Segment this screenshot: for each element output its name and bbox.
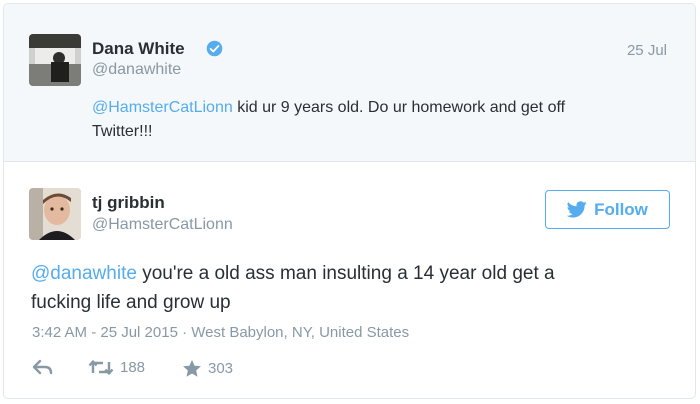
parent-text-line2: Twitter!!! (92, 123, 153, 140)
parent-mention-link[interactable]: @HamsterCatLionn (92, 99, 233, 116)
main-text-line1: you're a old ass man insulting a 14 year… (136, 263, 555, 284)
reply-button[interactable] (32, 359, 54, 375)
avatar-dana-white[interactable] (29, 34, 81, 86)
retweet-button[interactable]: 188 (88, 359, 145, 376)
main-author-name[interactable]: tj gribbin (92, 193, 165, 213)
follow-button[interactable]: Follow (545, 190, 670, 229)
parent-tweet-text: @HamsterCatLionn kid ur 9 years old. Do … (92, 96, 677, 144)
retweet-icon (88, 360, 114, 375)
follow-label: Follow (594, 199, 648, 219)
main-tweet-text: @danawhite you're a old ass man insultin… (31, 259, 671, 317)
twitter-bird-icon (567, 201, 587, 218)
main-text-line2: fucking life and grow up (31, 292, 231, 313)
retweet-count: 188 (120, 359, 146, 376)
favorite-count: 303 (208, 360, 234, 377)
parent-author-name[interactable]: Dana White (92, 39, 185, 59)
parent-text-line1: kid ur 9 years old. Do ur homework and g… (232, 99, 566, 116)
tweet-timestamp-location[interactable]: 3:42 AM - 25 Jul 2015 · West Babylon, NY… (32, 324, 409, 341)
main-mention-link[interactable]: @danawhite (31, 263, 137, 284)
avatar-tj-gribbin[interactable] (29, 188, 81, 240)
parent-author-handle[interactable]: @danawhite (92, 61, 181, 79)
parent-tweet[interactable]: Dana White @danawhite 25 Jul @HamsterCat… (4, 4, 695, 162)
verified-badge-icon (206, 40, 223, 57)
main-author-handle[interactable]: @HamsterCatLionn (92, 216, 233, 234)
star-icon (183, 359, 201, 377)
tweet-card: Dana White @danawhite 25 Jul @HamsterCat… (3, 3, 696, 399)
favorite-button[interactable]: 303 (182, 359, 233, 378)
parent-tweet-date[interactable]: 25 Jul (627, 42, 667, 59)
reply-icon (32, 359, 53, 375)
